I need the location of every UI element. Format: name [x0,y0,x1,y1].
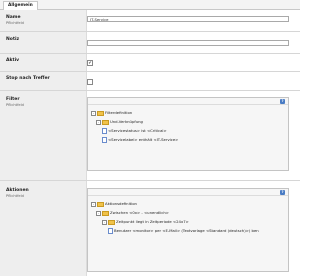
filter-label: Filter [6,97,20,102]
tree-leaf[interactable]: <Servicestatus> ist <Critical> [102,128,167,134]
folder-icon [102,210,109,216]
separator [0,53,300,54]
stop-checkbox[interactable] [87,79,93,85]
separator [0,180,300,181]
tree-node-label: Zeitpunkt liegt in Zeitperiode <24x7> [116,219,189,224]
tree-node-label: Zwischen <0x> - <unendlich> [110,210,169,215]
tree-node-label: Filterdefinition [105,110,133,115]
help-icon[interactable]: ? [280,190,285,195]
stop-label: Stop nach Treffer [6,76,50,81]
tree-node[interactable]: - Filterdefinition [91,110,132,116]
tree-node[interactable]: - Aktionsdefinition [91,201,137,207]
tree-node-label: Und-Verknüpfung [110,119,143,124]
separator [0,31,300,32]
filter-tree: ? - Filterdefinition - Und-Verknüpfung <Se… [87,97,289,171]
condition-icon [102,137,107,143]
filter-tree-header: ? [88,98,288,105]
condition-icon [102,128,107,134]
folder-icon [97,201,104,207]
collapse-icon[interactable]: - [91,110,96,116]
tree-node[interactable]: - Zeitpunkt liegt in Zeitperiode <24x7> [102,219,189,225]
separator [0,71,300,72]
aktionen-label: Aktionen [6,188,29,193]
tree-node-label: Aktionsdefinition [105,201,137,206]
name-input[interactable]: IT-Service [87,16,289,22]
notiz-input[interactable] [87,40,289,46]
tree-leaf-label: <Servicelabel> enthält <IT-Service> [108,137,179,142]
tree-leaf-label: <Servicestatus> ist <Critical> [108,128,167,133]
name-required: Pflichtfeld [6,21,24,25]
aktionen-tree-header: ? [88,189,288,196]
aktiv-checkbox[interactable]: ✔ [87,60,93,66]
folder-icon [108,219,115,225]
aktionen-tree: ? - Aktionsdefinition - Zwischen <0x> - <u… [87,188,289,272]
aktionen-required: Pflichtfeld [6,194,24,198]
folder-icon [102,119,109,125]
collapse-icon[interactable]: - [96,119,101,125]
label-column [0,10,87,276]
separator [0,90,300,91]
name-label: Name [6,15,21,20]
collapse-icon[interactable]: - [91,201,96,207]
folder-icon [97,110,104,116]
tree-leaf[interactable]: <Servicelabel> enthält <IT-Service> [102,137,178,143]
tree-node[interactable]: - Zwischen <0x> - <unendlich> [96,210,169,216]
action-icon [108,228,113,234]
tab-bar: Allgemein [0,0,300,10]
notiz-label: Notiz [6,37,20,42]
collapse-icon[interactable]: - [102,219,107,225]
tree-leaf-label: Benutzer <monitor> per <E-Mail> (Textvor… [114,228,259,233]
tab-allgemein[interactable]: Allgemein [3,1,38,10]
filter-required: Pflichtfeld [6,103,24,107]
tree-node[interactable]: - Und-Verknüpfung [96,119,143,125]
aktiv-label: Aktiv [6,58,20,63]
help-icon[interactable]: ? [280,99,285,104]
collapse-icon[interactable]: - [96,210,101,216]
tree-leaf[interactable]: Benutzer <monitor> per <E-Mail> (Textvor… [108,228,288,234]
